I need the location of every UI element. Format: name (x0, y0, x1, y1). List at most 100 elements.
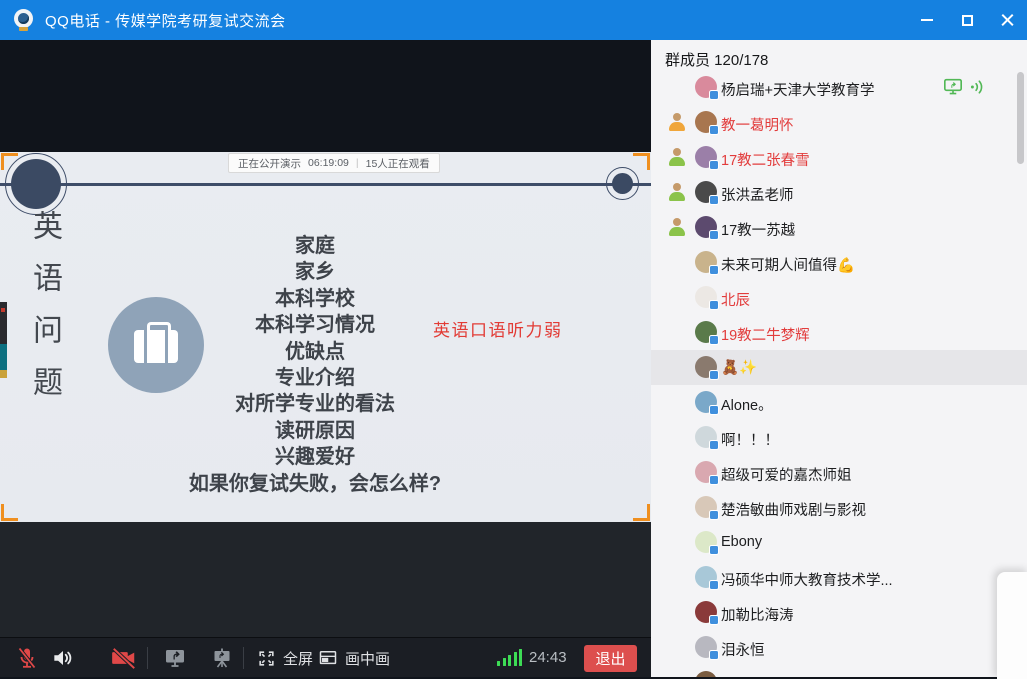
slide-question-line: 专业介绍 (65, 365, 565, 391)
presenting-duration: 06:19:09 (308, 157, 349, 169)
slide-question-line: 如果你复试失败，会怎么样? (65, 471, 565, 497)
camera-muted-button[interactable] (110, 638, 138, 678)
member-status-icons (943, 78, 985, 96)
member-row[interactable]: 17教二张春雪 (651, 140, 1027, 175)
member-row[interactable]: 楚浩敏曲师戏剧与影视 (651, 490, 1027, 525)
demo-presentation-button[interactable] (210, 638, 234, 678)
minimize-button[interactable] (907, 0, 947, 40)
avatar (695, 321, 717, 343)
presenting-status-banner: 正在公开演示 06:19:09 | 15人正在观看 (228, 153, 440, 173)
member-row[interactable]: 🧸✨ (651, 350, 1027, 385)
call-duration: 24:43 (529, 649, 567, 666)
member-list: 杨启瑞+天津大学教育学教一葛明怀17教二张春雪张洪孟老师17教一苏越未来可期人间… (651, 70, 1027, 677)
network-signal-icon (497, 649, 522, 666)
avatar (695, 391, 717, 413)
member-row[interactable]: 教一葛明怀 (651, 105, 1027, 140)
green-person-status-icon (668, 148, 686, 166)
member-row[interactable]: Ebony (651, 525, 1027, 560)
member-name: 加勒比海涛 (721, 604, 794, 625)
scrollbar-thumb[interactable] (1017, 72, 1024, 164)
selection-bracket-bottom-right (633, 504, 650, 521)
letterbox-bottom (0, 522, 651, 637)
in-call-badge (709, 265, 719, 275)
avatar (695, 531, 717, 553)
slide-question-line: 兴趣爱好 (65, 444, 565, 470)
avatar (695, 426, 717, 448)
avatar (695, 636, 717, 658)
speaker-button[interactable] (50, 638, 76, 678)
banner-separator: | (356, 157, 359, 169)
shared-screen-area: 英语问题 家庭家乡本科学校本科学习情况优缺点专业介绍对所学专业的看法读研原因兴趣… (0, 40, 651, 677)
avatar (695, 111, 717, 133)
member-row[interactable]: 超级可爱的嘉杰师姐 (651, 455, 1027, 490)
avatar (695, 216, 717, 238)
member-row[interactable]: 啊！！！ (651, 420, 1027, 455)
slide-red-annotation: 英语口语听力弱 (433, 316, 563, 341)
close-button[interactable] (987, 0, 1027, 40)
slide-decor-small-circle (612, 173, 633, 194)
in-call-badge (709, 195, 719, 205)
fullscreen-button[interactable]: 全屏 (257, 638, 313, 678)
member-name: 啊！！！ (721, 429, 779, 450)
slide-section-label: 英语问题 (22, 210, 66, 418)
avatar (695, 671, 717, 677)
member-row[interactable]: 北辰 (651, 280, 1027, 315)
avatar (695, 356, 717, 378)
in-call-badge (709, 510, 719, 520)
window-controls (907, 0, 1027, 40)
member-row[interactable] (651, 665, 1027, 677)
member-row[interactable]: 冯硕华中师大教育技术学... (651, 560, 1027, 595)
maximize-icon (962, 15, 973, 26)
fullscreen-icon (257, 649, 276, 668)
in-call-badge (709, 90, 719, 100)
slide-question-line: 读研原因 (65, 418, 565, 444)
background-window-sliver (0, 302, 7, 380)
in-call-badge (709, 580, 719, 590)
slide-question-line: 家乡 (65, 259, 565, 285)
picture-in-picture-button[interactable]: 画中画 (318, 638, 390, 678)
member-name: 19教二牛梦辉 (721, 324, 810, 345)
member-name: 未来可期人间值得💪 (721, 254, 855, 275)
member-row[interactable]: 加勒比海涛 (651, 595, 1027, 630)
picture-in-picture-icon (318, 648, 338, 668)
avatar (695, 286, 717, 308)
member-row[interactable]: 泪永恒 (651, 630, 1027, 665)
selection-bracket-top-left (1, 153, 18, 170)
avatar (695, 76, 717, 98)
member-panel: 群成员 120/178 杨启瑞+天津大学教育学教一葛明怀17教二张春雪张洪孟老师… (651, 40, 1027, 677)
slide-decor-line (0, 183, 651, 186)
projector-screen-icon (210, 646, 234, 670)
exit-call-button[interactable]: 退出 (584, 645, 637, 672)
presenting-status-text: 正在公开演示 (238, 156, 301, 171)
avatar (695, 461, 717, 483)
slide-question-line: 本科学校 (65, 286, 565, 312)
speaker-icon (50, 645, 76, 671)
audio-active-icon (968, 78, 985, 96)
member-name: 🧸✨ (721, 359, 757, 376)
slide-question-line: 家庭 (65, 233, 565, 259)
member-row[interactable]: 张洪孟老师 (651, 175, 1027, 210)
minimize-icon (921, 19, 933, 21)
selection-bracket-top-right (633, 153, 650, 170)
share-screen-button[interactable] (163, 638, 187, 678)
title-bar: QQ电话 - 传媒学院考研复试交流会 (0, 0, 1027, 40)
member-row[interactable]: 17教一苏越 (651, 210, 1027, 245)
avatar (695, 566, 717, 588)
member-row[interactable]: 未来可期人间值得💪 (651, 245, 1027, 280)
member-row[interactable]: 杨启瑞+天津大学教育学 (651, 70, 1027, 105)
microphone-muted-button[interactable] (15, 638, 39, 678)
avatar (695, 601, 717, 623)
member-row[interactable]: Alone。 (651, 385, 1027, 420)
green-person-status-icon (668, 183, 686, 201)
window-title: QQ电话 - 传媒学院考研复试交流会 (45, 10, 286, 31)
in-call-badge (709, 475, 719, 485)
in-call-badge (709, 650, 719, 660)
avatar (695, 181, 717, 203)
presenting-viewers: 15人正在观看 (366, 156, 430, 171)
sharing-screen-icon (943, 78, 963, 96)
member-row[interactable]: 19教二牛梦辉 (651, 315, 1027, 350)
overlapping-window-corner (997, 572, 1027, 679)
maximize-button[interactable] (947, 0, 987, 40)
microphone-muted-icon (15, 646, 39, 670)
member-name: 冯硕华中师大教育技术学... (721, 569, 893, 590)
